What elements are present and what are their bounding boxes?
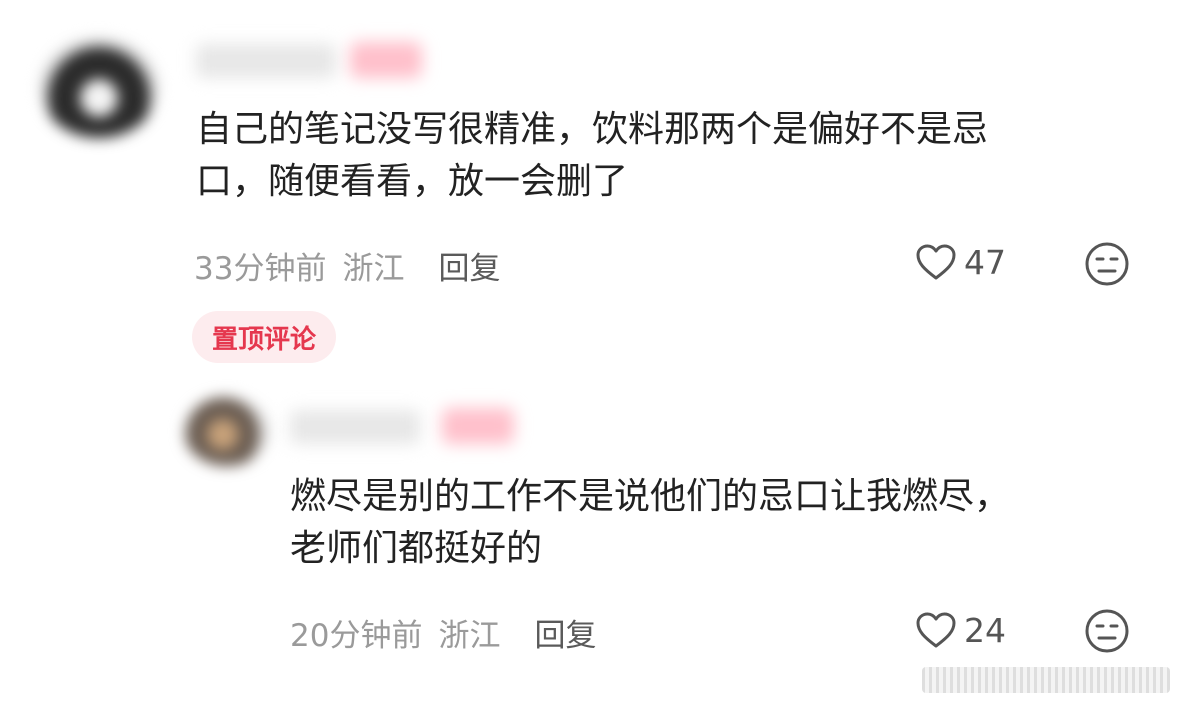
comment-body[interactable]: 自己的笔记没写很精准，饮料那两个是偏好不是忌 口，随便看看，放一会删了 xyxy=(196,108,988,204)
comment-location: 浙江 xyxy=(438,618,501,654)
comment-line: 口，随便看看，放一会删了 xyxy=(196,161,629,202)
comment-time: 33分钟前 xyxy=(194,251,327,287)
username-blurred[interactable] xyxy=(290,410,420,444)
comment-location: 浙江 xyxy=(342,251,405,287)
avatar[interactable] xyxy=(40,38,158,138)
heart-outline-icon xyxy=(916,612,956,648)
comment-meta: 20分钟前 浙江 回复 xyxy=(290,610,596,655)
comment-meta: 33分钟前 浙江 回复 xyxy=(194,243,500,288)
reply-button[interactable]: 回复 xyxy=(534,610,596,655)
heart-outline-icon xyxy=(916,244,956,280)
like-count: 47 xyxy=(964,242,1006,282)
like-count: 24 xyxy=(964,610,1006,650)
author-tag-blurred xyxy=(350,42,422,78)
pinned-comment-badge: 置顶评论 xyxy=(192,311,337,363)
expressionless-face-icon[interactable] xyxy=(1084,608,1130,654)
like-button[interactable]: 24 xyxy=(914,610,1006,650)
comment-line: 自己的笔记没写很精准，饮料那两个是偏好不是忌 xyxy=(196,109,989,150)
expressionless-face-icon[interactable] xyxy=(1084,241,1130,287)
comment-line: 老师们都挺好的 xyxy=(290,528,543,569)
reply-button[interactable]: 回复 xyxy=(438,243,500,288)
comment-body[interactable]: 燃尽是别的工作不是说他们的忌口让我燃尽， 老师们都挺好的 xyxy=(290,475,1010,571)
author-tag-blurred xyxy=(442,408,514,444)
avatar[interactable] xyxy=(184,396,270,466)
comment-thread: 自己的笔记没写很精准，饮料那两个是偏好不是忌 口，随便看看，放一会删了 33分钟… xyxy=(0,0,1179,706)
comment-time: 20分钟前 xyxy=(290,618,423,654)
username-blurred[interactable] xyxy=(196,44,336,78)
comment-line: 燃尽是别的工作不是说他们的忌口让我燃尽， xyxy=(290,476,1011,517)
watermark-strip xyxy=(922,667,1170,693)
like-button[interactable]: 47 xyxy=(914,242,1006,282)
